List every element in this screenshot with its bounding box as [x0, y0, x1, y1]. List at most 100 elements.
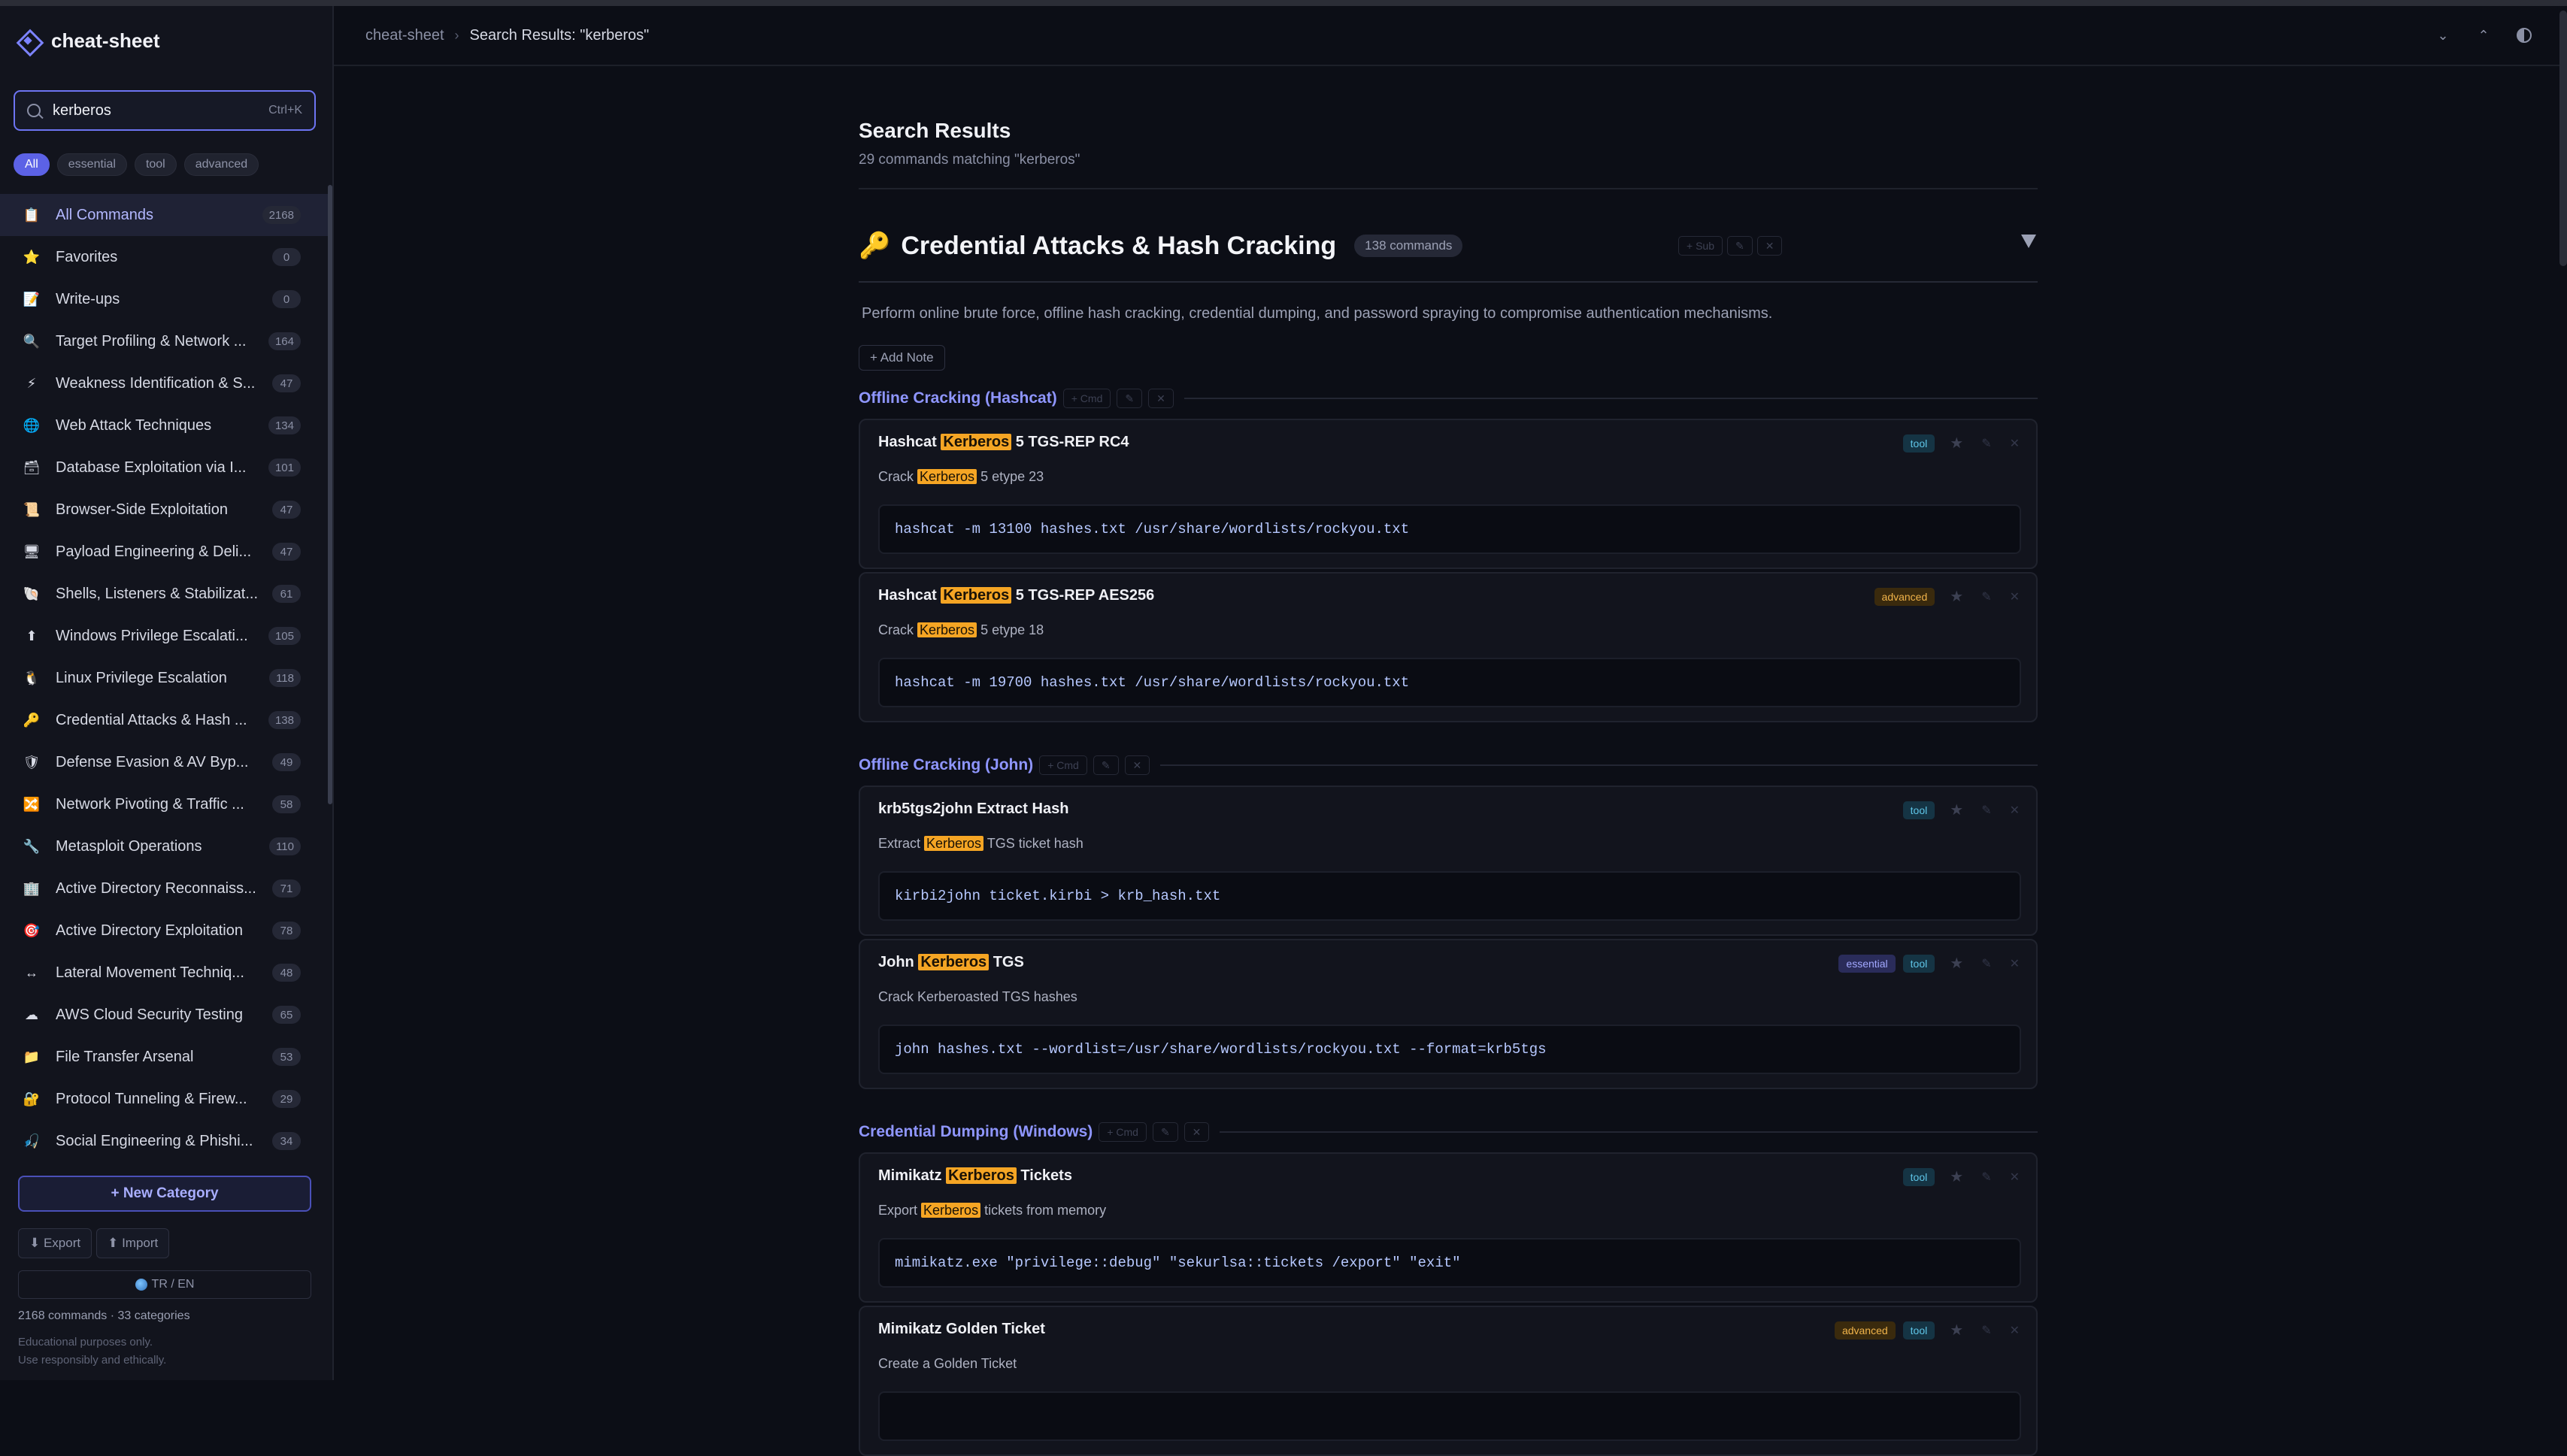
sidebar-category-item[interactable]: 🔑 Credential Attacks & Hash ... 138 — [0, 699, 328, 741]
sidebar-category-item[interactable]: 🏢 Active Directory Reconnaiss... 71 — [0, 867, 328, 910]
pencil-icon[interactable]: ✎ — [1981, 436, 1991, 451]
pencil-icon[interactable]: ✎ — [1981, 956, 1991, 971]
add-command-button[interactable]: + Cmd — [1062, 389, 1111, 408]
close-icon[interactable]: ✕ — [2010, 436, 2020, 451]
chevron-up-icon[interactable]: ⌃ — [2474, 26, 2493, 45]
theme-toggle-button[interactable] — [2514, 26, 2534, 45]
sidebar-category-item[interactable]: ⭐ Favorites 0 — [0, 236, 328, 278]
command-code-block[interactable]: hashcat -m 13100 hashes.txt /usr/share/w… — [878, 504, 2021, 554]
sidebar-category-item[interactable]: 🔐 Protocol Tunneling & Firew... 29 — [0, 1078, 328, 1120]
chevron-down-icon[interactable]: ⌄ — [2433, 26, 2453, 45]
search-highlight: Kerberos — [917, 469, 977, 484]
close-icon[interactable]: ✕ — [2010, 803, 2020, 818]
category-count: 47 — [272, 543, 301, 561]
category-label: Social Engineering & Phishi... — [56, 1132, 253, 1149]
close-icon[interactable]: ✕ — [2010, 589, 2020, 604]
sidebar-category-item[interactable]: 🌐 Web Attack Techniques 134 — [0, 404, 328, 446]
category-count: 48 — [272, 964, 301, 982]
command-description: Crack Kerberos 5 etype 23 — [878, 469, 2021, 485]
star-icon[interactable]: ★ — [1950, 587, 1963, 606]
search-highlight: Kerberos — [941, 434, 1012, 450]
sidebar-category-item[interactable]: 🖥 Payload Engineering & Deli... 47 — [0, 531, 328, 573]
pencil-icon[interactable]: ✎ — [1981, 589, 1991, 604]
category-list: 📋 All Commands 2168 ⭐ Favorites 0 📝 Write-ups 0 🔍… — [0, 194, 328, 1162]
search-box[interactable]: Ctrl+K — [14, 90, 316, 131]
sidebar-category-item[interactable]: 🐧 Linux Privilege Escalation 118 — [0, 657, 328, 699]
close-icon[interactable]: ✕ — [2010, 1170, 2020, 1185]
sidebar-category-item[interactable]: ☁ AWS Cloud Security Testing 65 — [0, 994, 328, 1036]
collapse-triangle-icon[interactable] — [2021, 235, 2036, 248]
sidebar-category-item[interactable]: ⚡ Weakness Identification & S... 47 — [0, 362, 328, 404]
language-toggle[interactable]: TR / EN — [18, 1270, 311, 1299]
edit-subsection-button[interactable]: ✎ — [1152, 1122, 1178, 1142]
add-command-button[interactable]: + Cmd — [1039, 755, 1087, 775]
command-code-block[interactable]: hashcat -m 19700 hashes.txt /usr/share/w… — [878, 658, 2021, 707]
command-code-block[interactable]: mimikatz.exe "privilege::debug" "sekurls… — [878, 1238, 2021, 1288]
export-button[interactable]: ⬇ Export — [18, 1228, 92, 1258]
star-icon[interactable]: ★ — [1950, 434, 1963, 453]
sidebar-category-item[interactable]: 🎣 Social Engineering & Phishi... 34 — [0, 1120, 328, 1162]
edit-subsection-button[interactable]: ✎ — [1117, 389, 1143, 408]
delete-category-button[interactable]: ✕ — [1756, 236, 1783, 256]
command-card[interactable]: Mimikatz Golden Ticket Create a Golden Ti… — [859, 1306, 2038, 1456]
sidebar-category-item[interactable]: 🐚 Shells, Listeners & Stabilizat... 61 — [0, 573, 328, 615]
command-card[interactable]: krb5tgs2john Extract Hash Extract Kerbero… — [859, 786, 2038, 936]
command-code-block[interactable] — [878, 1391, 2021, 1441]
title-text: Hashcat — [878, 587, 941, 604]
sidebar-category-item[interactable]: ⬆ Windows Privilege Escalati... 105 — [0, 615, 328, 657]
pencil-icon[interactable]: ✎ — [1981, 1170, 1991, 1185]
sidebar-category-item[interactable]: 📝 Write-ups 0 — [0, 278, 328, 320]
subsection-title[interactable]: Credential Dumping (Windows) — [859, 1123, 1093, 1141]
filter-chip-tool[interactable]: tool — [134, 153, 177, 176]
filter-chip-advanced[interactable]: advanced — [183, 153, 259, 176]
category-count: 78 — [272, 922, 301, 940]
new-category-button[interactable]: + New Category — [18, 1176, 311, 1212]
command-code-block[interactable]: john hashes.txt --wordlist=/usr/share/wo… — [878, 1025, 2021, 1074]
sidebar-scrollbar[interactable] — [328, 185, 332, 804]
sidebar-category-item[interactable]: 🛡 Defense Evasion & AV Byp... 49 — [0, 741, 328, 783]
main-scrollbar[interactable] — [2559, 11, 2567, 266]
penguin-icon: 🐧 — [23, 670, 41, 686]
edit-subsection-button[interactable]: ✎ — [1093, 755, 1119, 775]
star-icon[interactable]: ★ — [1950, 1167, 1963, 1186]
close-icon[interactable]: ✕ — [2010, 1323, 2020, 1338]
sidebar-category-item[interactable]: 📁 File Transfer Arsenal 53 — [0, 1036, 328, 1078]
sidebar-category-item[interactable]: ↔ Lateral Movement Techniq... 48 — [0, 952, 328, 994]
star-icon[interactable]: ★ — [1950, 954, 1963, 973]
sidebar-category-item[interactable]: 🎯 Active Directory Exploitation 78 — [0, 910, 328, 952]
category-label: Write-ups — [56, 290, 120, 307]
title-text: Mimikatz — [878, 1167, 947, 1184]
pencil-icon[interactable]: ✎ — [1981, 803, 1991, 818]
command-card[interactable]: John Kerberos TGS Crack Kerberoasted TGS … — [859, 939, 2038, 1089]
command-card[interactable]: Hashcat Kerberos 5 TGS-REP RC4 Crack Kerb… — [859, 419, 2038, 569]
star-icon[interactable]: ★ — [1950, 801, 1963, 819]
sidebar-category-item[interactable]: 🔀 Network Pivoting & Traffic ... 58 — [0, 783, 328, 825]
category-label: Weakness Identification & S... — [56, 374, 256, 392]
sidebar-category-item[interactable]: 🗃 Database Exploitation via I... 101 — [0, 446, 328, 489]
breadcrumb-root[interactable]: cheat-sheet — [365, 27, 444, 44]
delete-subsection-button[interactable]: ✕ — [1148, 389, 1174, 408]
delete-subsection-button[interactable]: ✕ — [1183, 1122, 1210, 1142]
close-icon[interactable]: ✕ — [2010, 956, 2020, 971]
sidebar-category-item[interactable]: 🔍 Target Profiling & Network ... 164 — [0, 320, 328, 362]
command-card[interactable]: Mimikatz Kerberos Tickets Export Kerberos… — [859, 1152, 2038, 1303]
pencil-icon[interactable]: ✎ — [1981, 1323, 1991, 1338]
command-card[interactable]: Hashcat Kerberos 5 TGS-REP AES256 Crack K… — [859, 572, 2038, 722]
brand[interactable]: cheat-sheet — [0, 6, 332, 75]
subsection-title[interactable]: Offline Cracking (Hashcat) — [859, 389, 1057, 407]
edit-category-button[interactable]: ✎ — [1726, 236, 1753, 256]
star-icon[interactable]: ★ — [1950, 1321, 1963, 1339]
add-command-button[interactable]: + Cmd — [1099, 1122, 1147, 1142]
add-sub-button[interactable]: + Sub — [1678, 236, 1723, 256]
sidebar-category-item[interactable]: 📜 Browser-Side Exploitation 47 — [0, 489, 328, 531]
filter-chip-essential[interactable]: essential — [56, 153, 127, 176]
subsection-title[interactable]: Offline Cracking (John) — [859, 756, 1033, 774]
add-note-button[interactable]: + Add Note — [859, 345, 945, 371]
search-input[interactable] — [53, 101, 269, 120]
import-button[interactable]: ⬆ Import — [96, 1228, 170, 1258]
sidebar-category-item[interactable]: 📋 All Commands 2168 — [0, 194, 328, 236]
sidebar-category-item[interactable]: 🔧 Metasploit Operations 110 — [0, 825, 328, 867]
delete-subsection-button[interactable]: ✕ — [1124, 755, 1150, 775]
filter-chip-all[interactable]: All — [14, 153, 50, 176]
command-code-block[interactable]: kirbi2john ticket.kirbi > krb_hash.txt — [878, 871, 2021, 921]
